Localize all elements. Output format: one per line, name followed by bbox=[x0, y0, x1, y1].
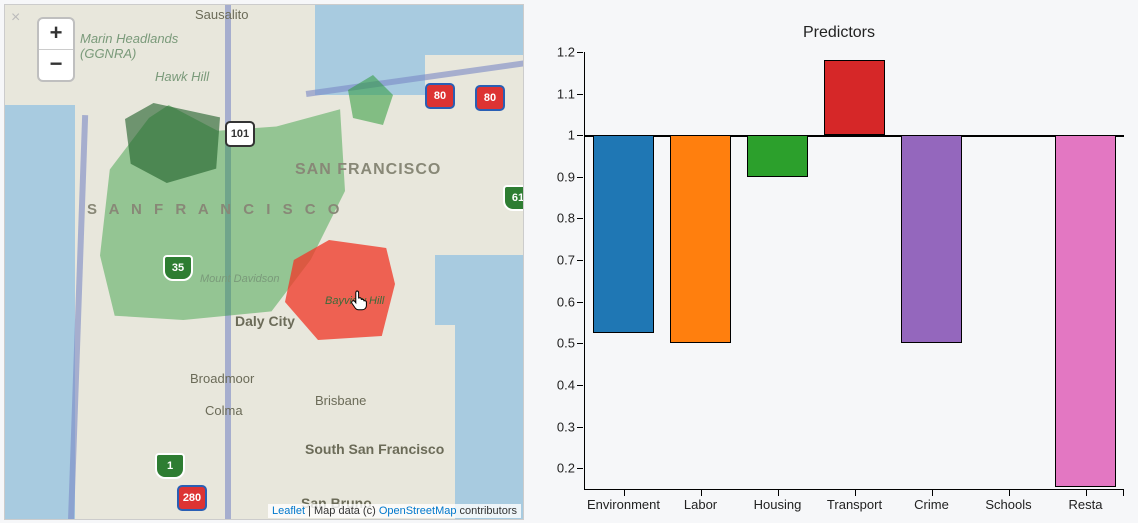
shield-ca1: 1 bbox=[155, 453, 185, 479]
ytick-label: 0.5 bbox=[557, 336, 585, 351]
chart-title: Predictors bbox=[544, 24, 1134, 42]
chart-bar-resta[interactable] bbox=[1055, 135, 1115, 487]
ytick-label: 1.2 bbox=[557, 45, 585, 60]
ytick-label: 0.8 bbox=[557, 211, 585, 226]
leaflet-link[interactable]: Leaflet bbox=[272, 505, 305, 517]
xtick-label: Transport bbox=[827, 489, 882, 512]
ytick-label: 0.2 bbox=[557, 461, 585, 476]
chart-baseline bbox=[585, 135, 1124, 137]
ytick-label: 0.7 bbox=[557, 253, 585, 268]
chart-bar-transport[interactable] bbox=[824, 60, 884, 135]
xtick-label: Crime bbox=[914, 489, 949, 512]
ytick-label: 1 bbox=[568, 128, 585, 143]
map-attribution: Leaflet | Map data (c) OpenStreetMap con… bbox=[268, 504, 521, 518]
chart: Predictors 0.20.30.40.50.60.70.80.911.11… bbox=[544, 4, 1134, 520]
xtick-label: Schools bbox=[985, 489, 1031, 512]
chart-bar-housing[interactable] bbox=[747, 135, 807, 177]
shield-i80-b: 80 bbox=[475, 85, 505, 111]
shield-i80: 80 bbox=[425, 83, 455, 109]
shield-us101: 101 bbox=[225, 121, 255, 147]
osm-link[interactable]: OpenStreetMap bbox=[379, 505, 457, 517]
xtick-label: Resta bbox=[1069, 489, 1103, 512]
chart-bar-schools[interactable] bbox=[978, 135, 1038, 137]
shield-ca35: 35 bbox=[163, 255, 193, 281]
xtick-label: Labor bbox=[684, 489, 717, 512]
map[interactable]: × + − Sausalito Marin Headlands (GGNRA) … bbox=[4, 4, 524, 520]
zoom-control: + − bbox=[37, 17, 75, 82]
chart-plot-area: 0.20.30.40.50.60.70.80.911.11.2Environme… bbox=[584, 52, 1124, 490]
ytick-label: 0.9 bbox=[557, 169, 585, 184]
close-icon[interactable]: × bbox=[11, 9, 20, 27]
cursor-hand-icon bbox=[350, 289, 370, 316]
ytick-label: 1.1 bbox=[557, 86, 585, 101]
zoom-out-button[interactable]: − bbox=[39, 49, 73, 80]
ytick-label: 0.4 bbox=[557, 377, 585, 392]
ytick-label: 0.6 bbox=[557, 294, 585, 309]
shield-ca61: 61 bbox=[503, 185, 524, 211]
chart-bar-labor[interactable] bbox=[670, 135, 730, 343]
xtick-label: Housing bbox=[754, 489, 802, 512]
zoom-in-button[interactable]: + bbox=[39, 19, 73, 49]
chart-bar-crime[interactable] bbox=[901, 135, 961, 343]
ytick-label: 0.3 bbox=[557, 419, 585, 434]
xtick-label: Environment bbox=[587, 489, 660, 512]
shield-i280: 280 bbox=[177, 485, 207, 511]
chart-bar-environment[interactable] bbox=[593, 135, 653, 333]
